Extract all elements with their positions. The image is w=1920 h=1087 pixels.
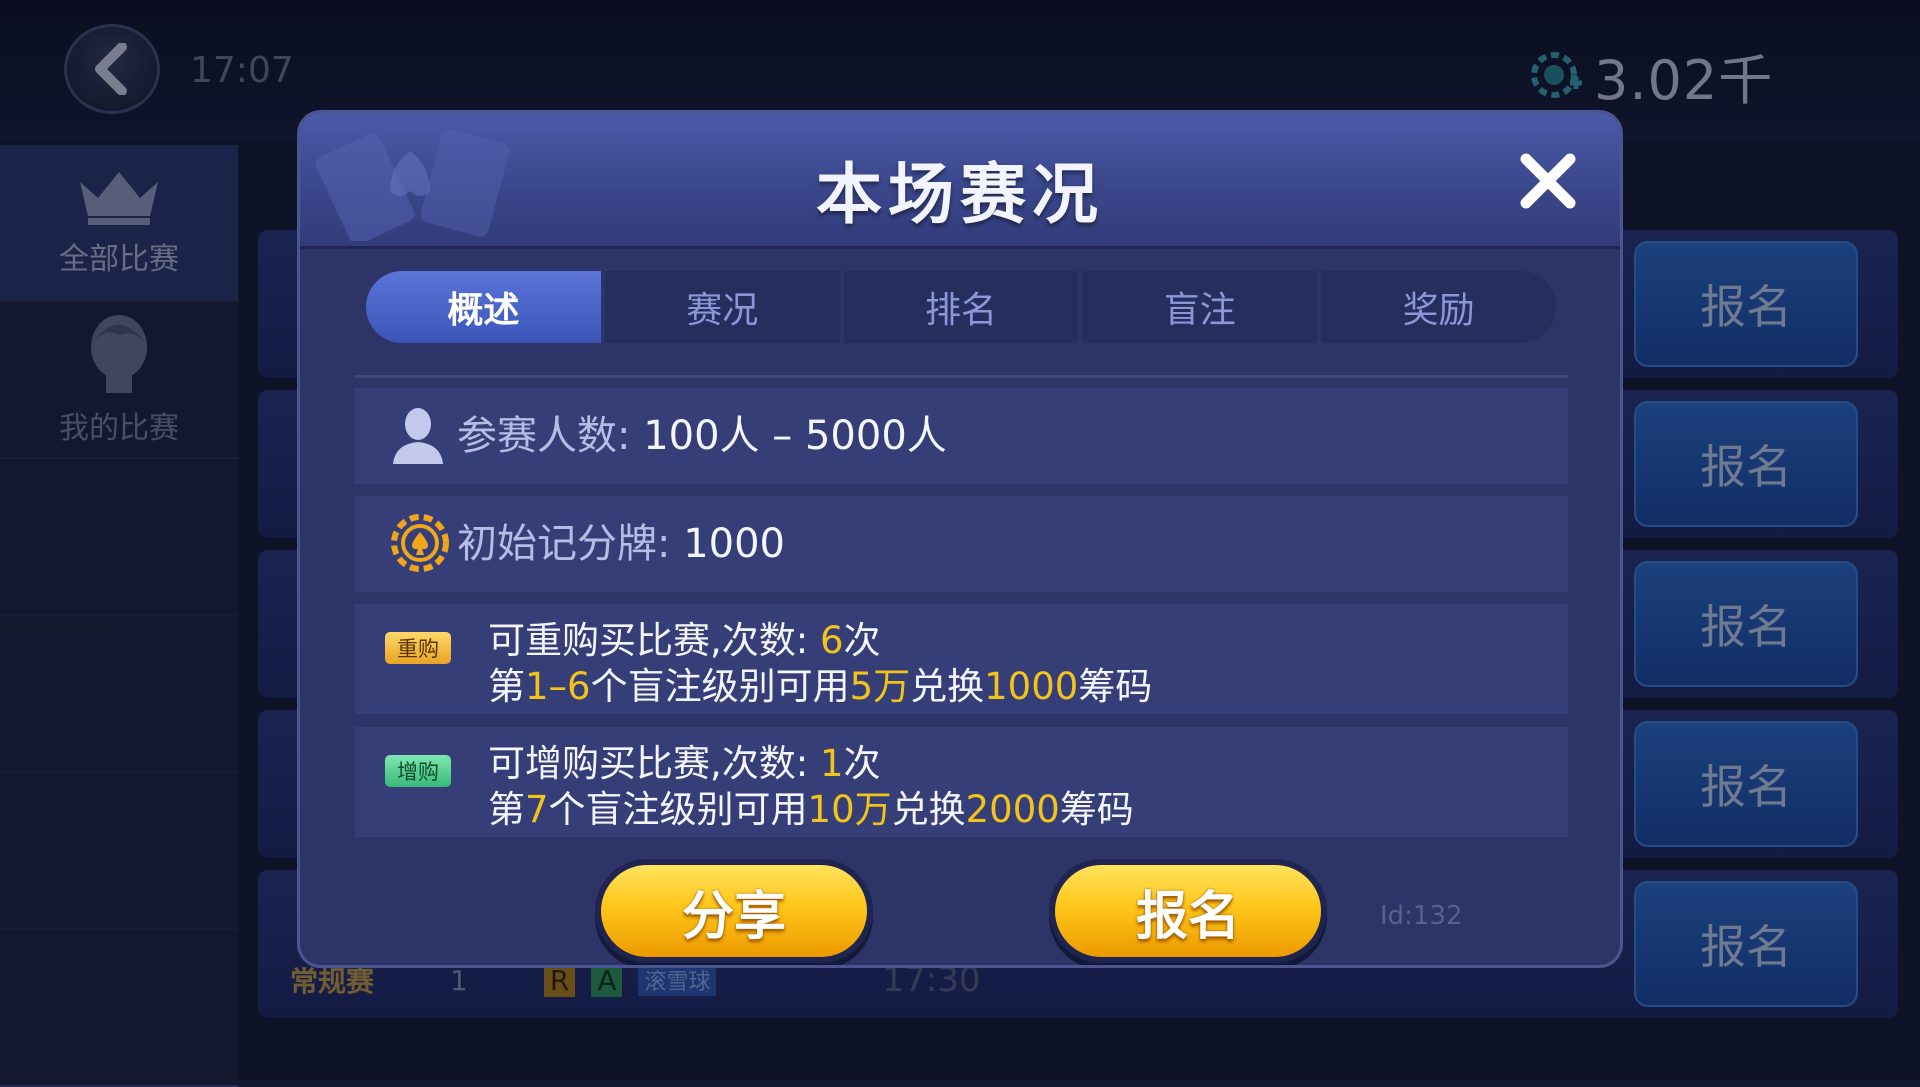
addon-badge: 增购: [385, 755, 451, 787]
players-label: 参赛人数:: [457, 413, 631, 459]
rebuy-cost: 5万: [849, 665, 911, 708]
rebuy-count: 6: [820, 619, 844, 662]
addon-level: 7: [525, 788, 549, 831]
match-status-dialog: 本场赛况 概述 赛况 排名 盲注 奖励 参赛人数: 100人 – 5000人 初…: [297, 110, 1623, 968]
starting-chips-row: 初始记分牌: 1000: [355, 496, 1568, 592]
share-button[interactable]: 分享: [601, 865, 867, 957]
addon-row: 增购 可增购买比赛,次数: 1次 第7个盲注级别可用10万兑换2000筹码: [355, 727, 1568, 837]
starting-chips-label: 初始记分牌:: [457, 521, 671, 567]
rebuy-text: 可重购买比赛,次数:: [488, 619, 809, 662]
addon-cost: 10万: [807, 788, 892, 831]
tab-ranking[interactable]: 排名: [843, 271, 1083, 343]
rebuy-level: 1–6: [525, 665, 591, 708]
tab-overview[interactable]: 概述: [366, 271, 605, 343]
match-id: Id:132: [1380, 901, 1463, 931]
starting-chips-value: 1000: [683, 521, 785, 567]
tab-bar: 概述 赛况 排名 盲注 奖励: [366, 271, 1556, 343]
rebuy-row: 重购 可重购买比赛,次数: 6次 第1–6个盲注级别可用5万兑换1000筹码: [355, 604, 1568, 714]
addon-text: 可增购买比赛,次数:: [488, 742, 809, 785]
person-icon: [393, 408, 443, 464]
dialog-title: 本场赛况: [816, 156, 1104, 233]
rebuy-unit: 次: [843, 619, 881, 662]
rebuy-chips: 1000: [984, 665, 1079, 708]
rebuy-badge: 重购: [385, 632, 451, 664]
close-icon[interactable]: [1516, 149, 1580, 213]
players-value: 100人 – 5000人: [643, 413, 947, 459]
tab-blinds[interactable]: 盲注: [1082, 271, 1322, 343]
dialog-header: 本场赛况: [300, 113, 1620, 249]
players-row: 参赛人数: 100人 – 5000人: [355, 388, 1568, 484]
tab-rewards[interactable]: 奖励: [1321, 271, 1556, 343]
addon-count: 1: [820, 742, 844, 785]
tab-match-status[interactable]: 赛况: [604, 271, 844, 343]
signup-button[interactable]: 报名: [1055, 865, 1321, 957]
addon-chips: 2000: [965, 788, 1060, 831]
addon-unit: 次: [843, 742, 881, 785]
chip-icon: [391, 514, 449, 572]
